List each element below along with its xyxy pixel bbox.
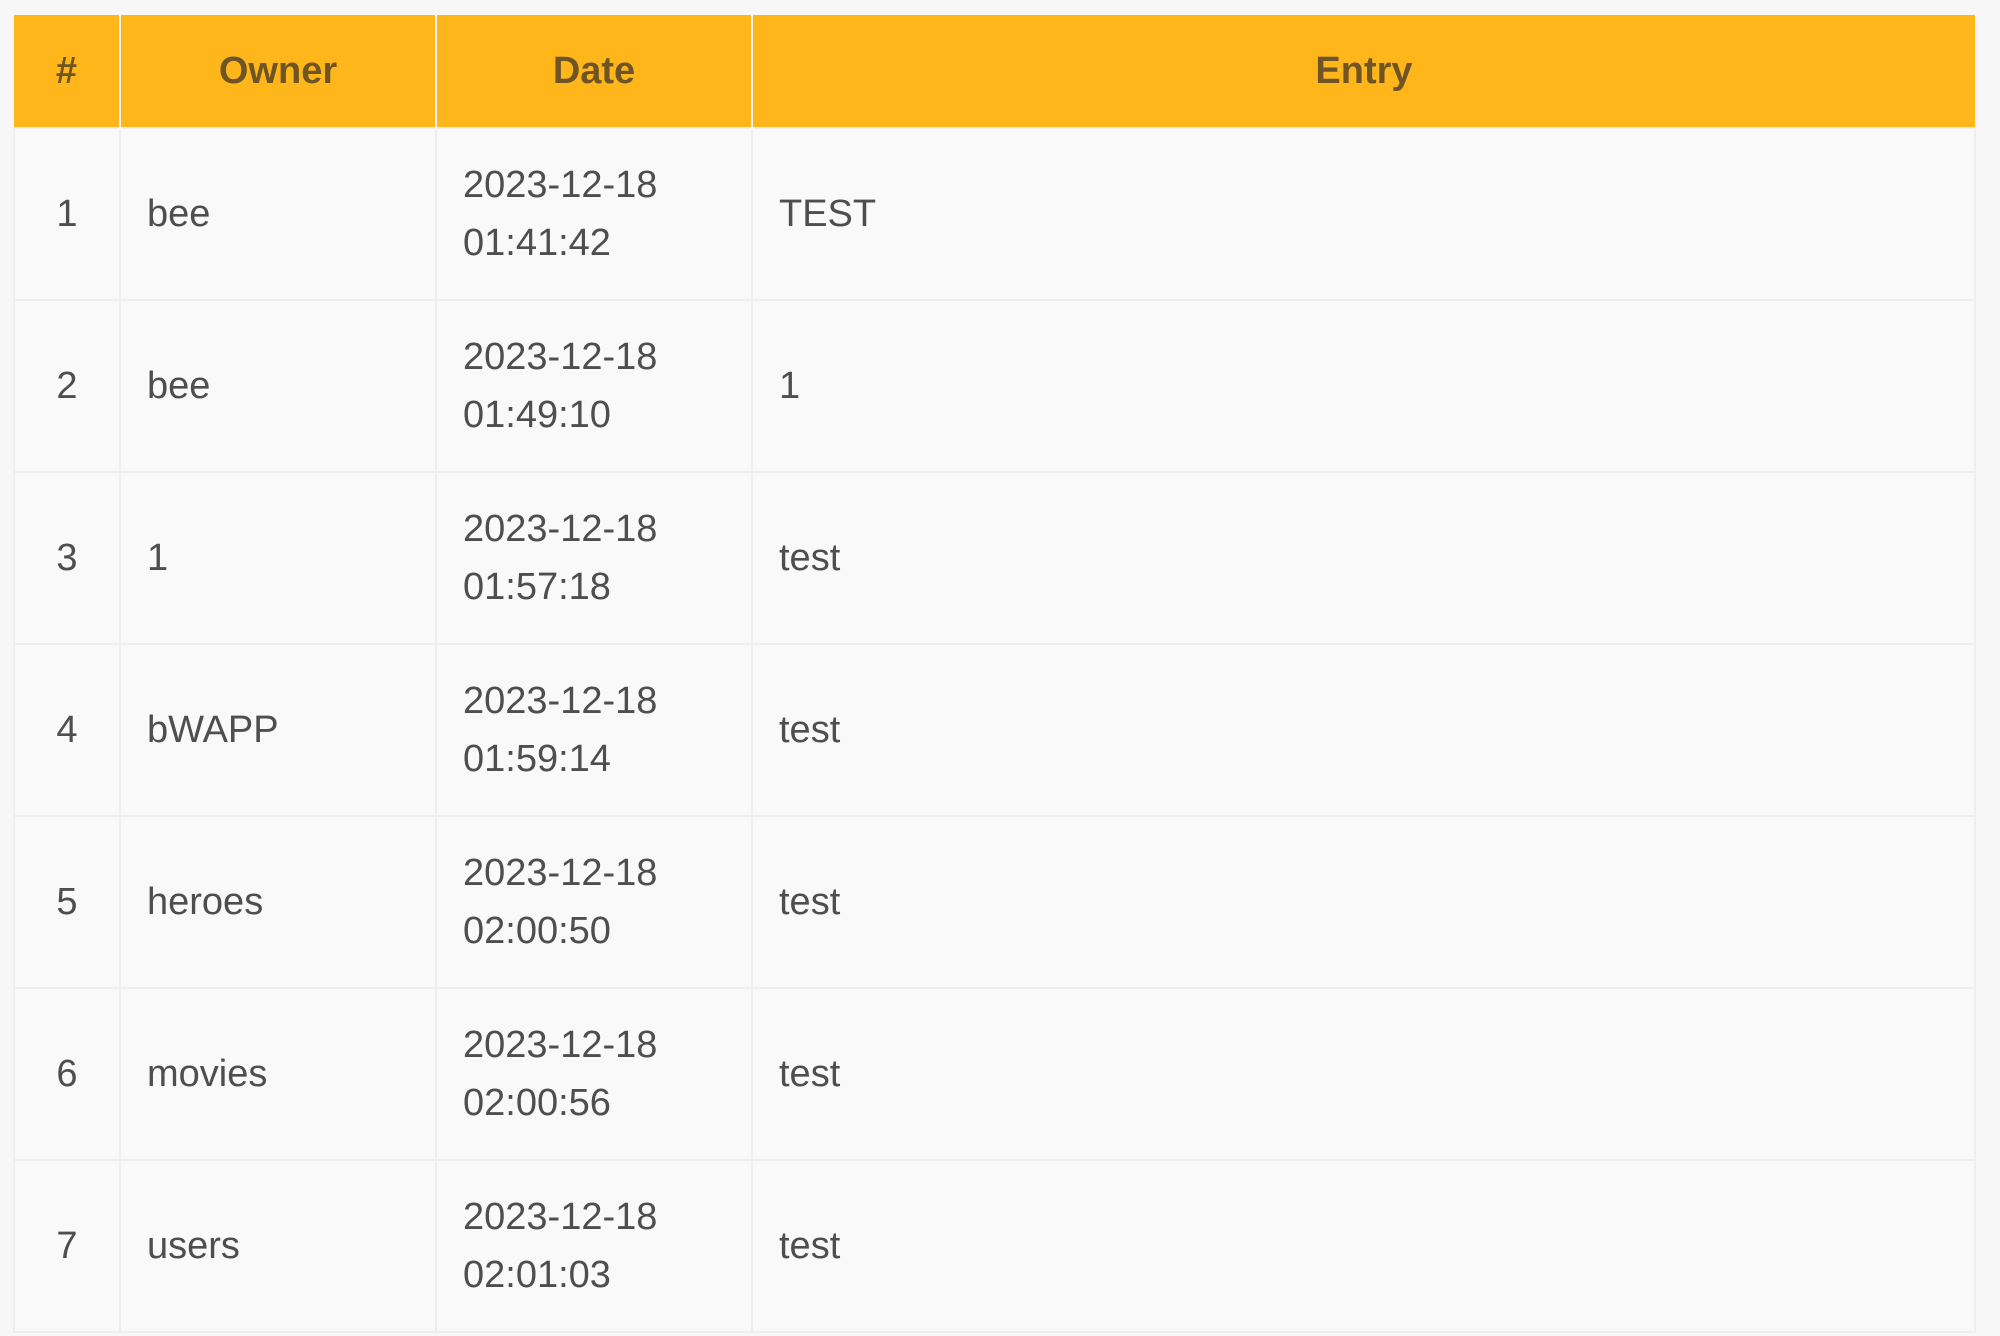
row-date-time: 01:49:10 xyxy=(463,394,611,436)
row-number: 4 xyxy=(13,643,121,817)
row-date: 2023-12-18 01:41:42 xyxy=(435,127,753,301)
header-owner: Owner xyxy=(119,15,437,128)
row-entry: 1 xyxy=(751,299,1976,473)
row-date: 2023-12-18 01:59:14 xyxy=(435,643,753,817)
table-header: # Owner Date Entry xyxy=(14,15,1975,128)
row-number: 3 xyxy=(13,471,121,645)
row-date-day: 2023-12-18 xyxy=(463,852,658,894)
row-date-time: 01:59:14 xyxy=(463,738,611,780)
row-number: 5 xyxy=(13,815,121,989)
row-date: 2023-12-18 01:57:18 xyxy=(435,471,753,645)
header-entry: Entry xyxy=(751,15,1975,128)
row-date-time: 01:41:42 xyxy=(463,222,611,264)
row-date-day: 2023-12-18 xyxy=(463,680,658,722)
table-body: 1 bee 2023-12-18 01:41:42 TEST 2 bee 202… xyxy=(13,127,1976,1333)
row-date-day: 2023-12-18 xyxy=(463,336,658,378)
row-owner: movies xyxy=(119,987,437,1161)
row-number: 7 xyxy=(13,1159,121,1333)
header-date: Date xyxy=(435,15,753,128)
row-entry: test xyxy=(751,1159,1976,1333)
row-owner: users xyxy=(119,1159,437,1333)
row-entry: test xyxy=(751,471,1976,645)
table-row: 3 1 2023-12-18 01:57:18 test xyxy=(13,471,1976,645)
table-row: 1 bee 2023-12-18 01:41:42 TEST xyxy=(13,127,1976,301)
table-row: 5 heroes 2023-12-18 02:00:50 test xyxy=(13,815,1976,989)
row-entry: TEST xyxy=(751,127,1976,301)
row-date-time: 02:01:03 xyxy=(463,1254,611,1296)
row-owner: 1 xyxy=(119,471,437,645)
table-row: 7 users 2023-12-18 02:01:03 test xyxy=(13,1159,1976,1333)
row-date-time: 02:00:50 xyxy=(463,910,611,952)
table-row: 4 bWAPP 2023-12-18 01:59:14 test xyxy=(13,643,1976,817)
row-date: 2023-12-18 02:01:03 xyxy=(435,1159,753,1333)
row-number: 2 xyxy=(13,299,121,473)
row-date-day: 2023-12-18 xyxy=(463,164,658,206)
row-date: 2023-12-18 02:00:56 xyxy=(435,987,753,1161)
row-number: 1 xyxy=(13,127,121,301)
row-date: 2023-12-18 02:00:50 xyxy=(435,815,753,989)
row-date: 2023-12-18 01:49:10 xyxy=(435,299,753,473)
row-owner: bWAPP xyxy=(119,643,437,817)
entries-table: # Owner Date Entry 1 bee 2023-12-18 01:4… xyxy=(13,15,1976,1333)
row-entry: test xyxy=(751,987,1976,1161)
row-date-time: 01:57:18 xyxy=(463,566,611,608)
row-number: 6 xyxy=(13,987,121,1161)
row-entry: test xyxy=(751,815,1976,989)
row-date-day: 2023-12-18 xyxy=(463,1024,658,1066)
row-owner: bee xyxy=(119,299,437,473)
row-owner: heroes xyxy=(119,815,437,989)
row-date-day: 2023-12-18 xyxy=(463,508,658,550)
header-number: # xyxy=(14,15,121,128)
row-date-time: 02:00:56 xyxy=(463,1082,611,1124)
entries-table-container: # Owner Date Entry 1 bee 2023-12-18 01:4… xyxy=(13,15,1976,1333)
row-owner: bee xyxy=(119,127,437,301)
row-date-day: 2023-12-18 xyxy=(463,1196,658,1238)
header-row: # Owner Date Entry xyxy=(14,15,1975,128)
table-row: 6 movies 2023-12-18 02:00:56 test xyxy=(13,987,1976,1161)
row-entry: test xyxy=(751,643,1976,817)
table-row: 2 bee 2023-12-18 01:49:10 1 xyxy=(13,299,1976,473)
